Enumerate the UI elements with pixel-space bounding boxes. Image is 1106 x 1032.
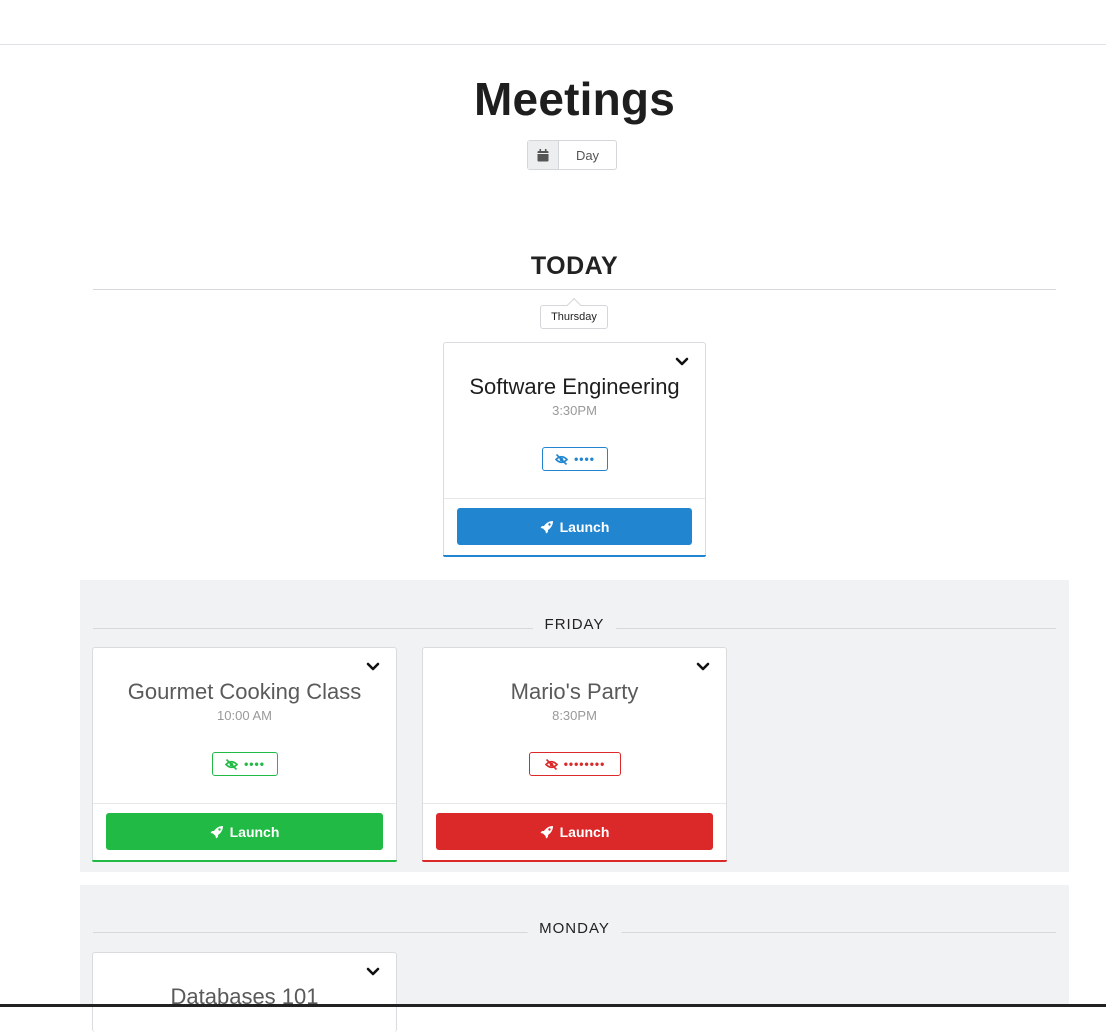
chevron-down-icon[interactable] <box>696 662 710 672</box>
meeting-title: Mario's Party <box>510 679 639 704</box>
eye-slash-icon <box>544 758 558 770</box>
password-mask: •••• <box>574 452 595 466</box>
meeting-title: Gourmet Cooking Class <box>127 679 362 704</box>
day-label: Thursday <box>540 305 608 329</box>
password-mask: •••• <box>244 757 265 771</box>
section-today: TODAY <box>93 252 1056 290</box>
launch-button[interactable]: Launch <box>106 813 383 850</box>
section-heading: MONDAY <box>527 920 622 937</box>
launch-button[interactable]: Launch <box>457 508 692 545</box>
divider <box>93 289 1056 290</box>
password-mask: •••••••• <box>563 757 606 771</box>
launch-button[interactable]: Launch <box>436 813 713 850</box>
section-heading: TODAY <box>516 252 633 281</box>
section-friday: FRIDAY Gourmet Cooking Class 10:00 AM ••… <box>80 580 1069 872</box>
top-navbar <box>0 0 1106 45</box>
card-divider <box>93 803 396 804</box>
section-heading: FRIDAY <box>532 616 617 633</box>
chevron-down-icon[interactable] <box>366 967 380 977</box>
meeting-card: Mario's Party 8:30PM •••••••• Launch <box>422 647 727 862</box>
section-header: MONDAY <box>93 920 1056 944</box>
card-accent <box>443 555 706 557</box>
page-title: Meetings <box>474 73 675 125</box>
rocket-icon <box>540 520 553 533</box>
meeting-card: Gourmet Cooking Class 10:00 AM •••• Laun… <box>92 647 397 862</box>
launch-label: Launch <box>229 823 280 840</box>
rocket-icon <box>540 825 553 838</box>
launch-label: Launch <box>559 518 610 535</box>
card-accent <box>422 860 727 862</box>
view-toggle-label[interactable]: Day <box>559 141 616 169</box>
section-monday: MONDAY Databases 101 <box>80 885 1069 1032</box>
password-toggle[interactable]: •••••••• <box>529 752 621 776</box>
card-divider <box>444 498 705 499</box>
section-header: FRIDAY <box>93 616 1056 640</box>
rocket-icon <box>210 825 223 838</box>
launch-label: Launch <box>559 823 610 840</box>
password-toggle[interactable]: •••• <box>212 752 278 776</box>
card-divider <box>423 803 726 804</box>
meeting-time: 10:00 AM <box>217 708 272 723</box>
chevron-down-icon[interactable] <box>675 357 689 367</box>
card-accent <box>92 860 397 862</box>
chevron-down-icon[interactable] <box>366 662 380 672</box>
meeting-time: 3:30PM <box>552 403 597 418</box>
meeting-card: Software Engineering 3:30PM •••• Launch <box>443 342 706 557</box>
password-toggle[interactable]: •••• <box>542 447 608 471</box>
eye-slash-icon <box>225 758 239 770</box>
meeting-title: Software Engineering <box>469 374 680 399</box>
meeting-time: 8:30PM <box>552 708 597 723</box>
view-toggle[interactable]: Day <box>527 140 617 170</box>
meeting-card: Databases 101 <box>92 952 397 1032</box>
calendar-icon[interactable] <box>528 141 559 169</box>
eye-slash-icon <box>555 453 569 465</box>
